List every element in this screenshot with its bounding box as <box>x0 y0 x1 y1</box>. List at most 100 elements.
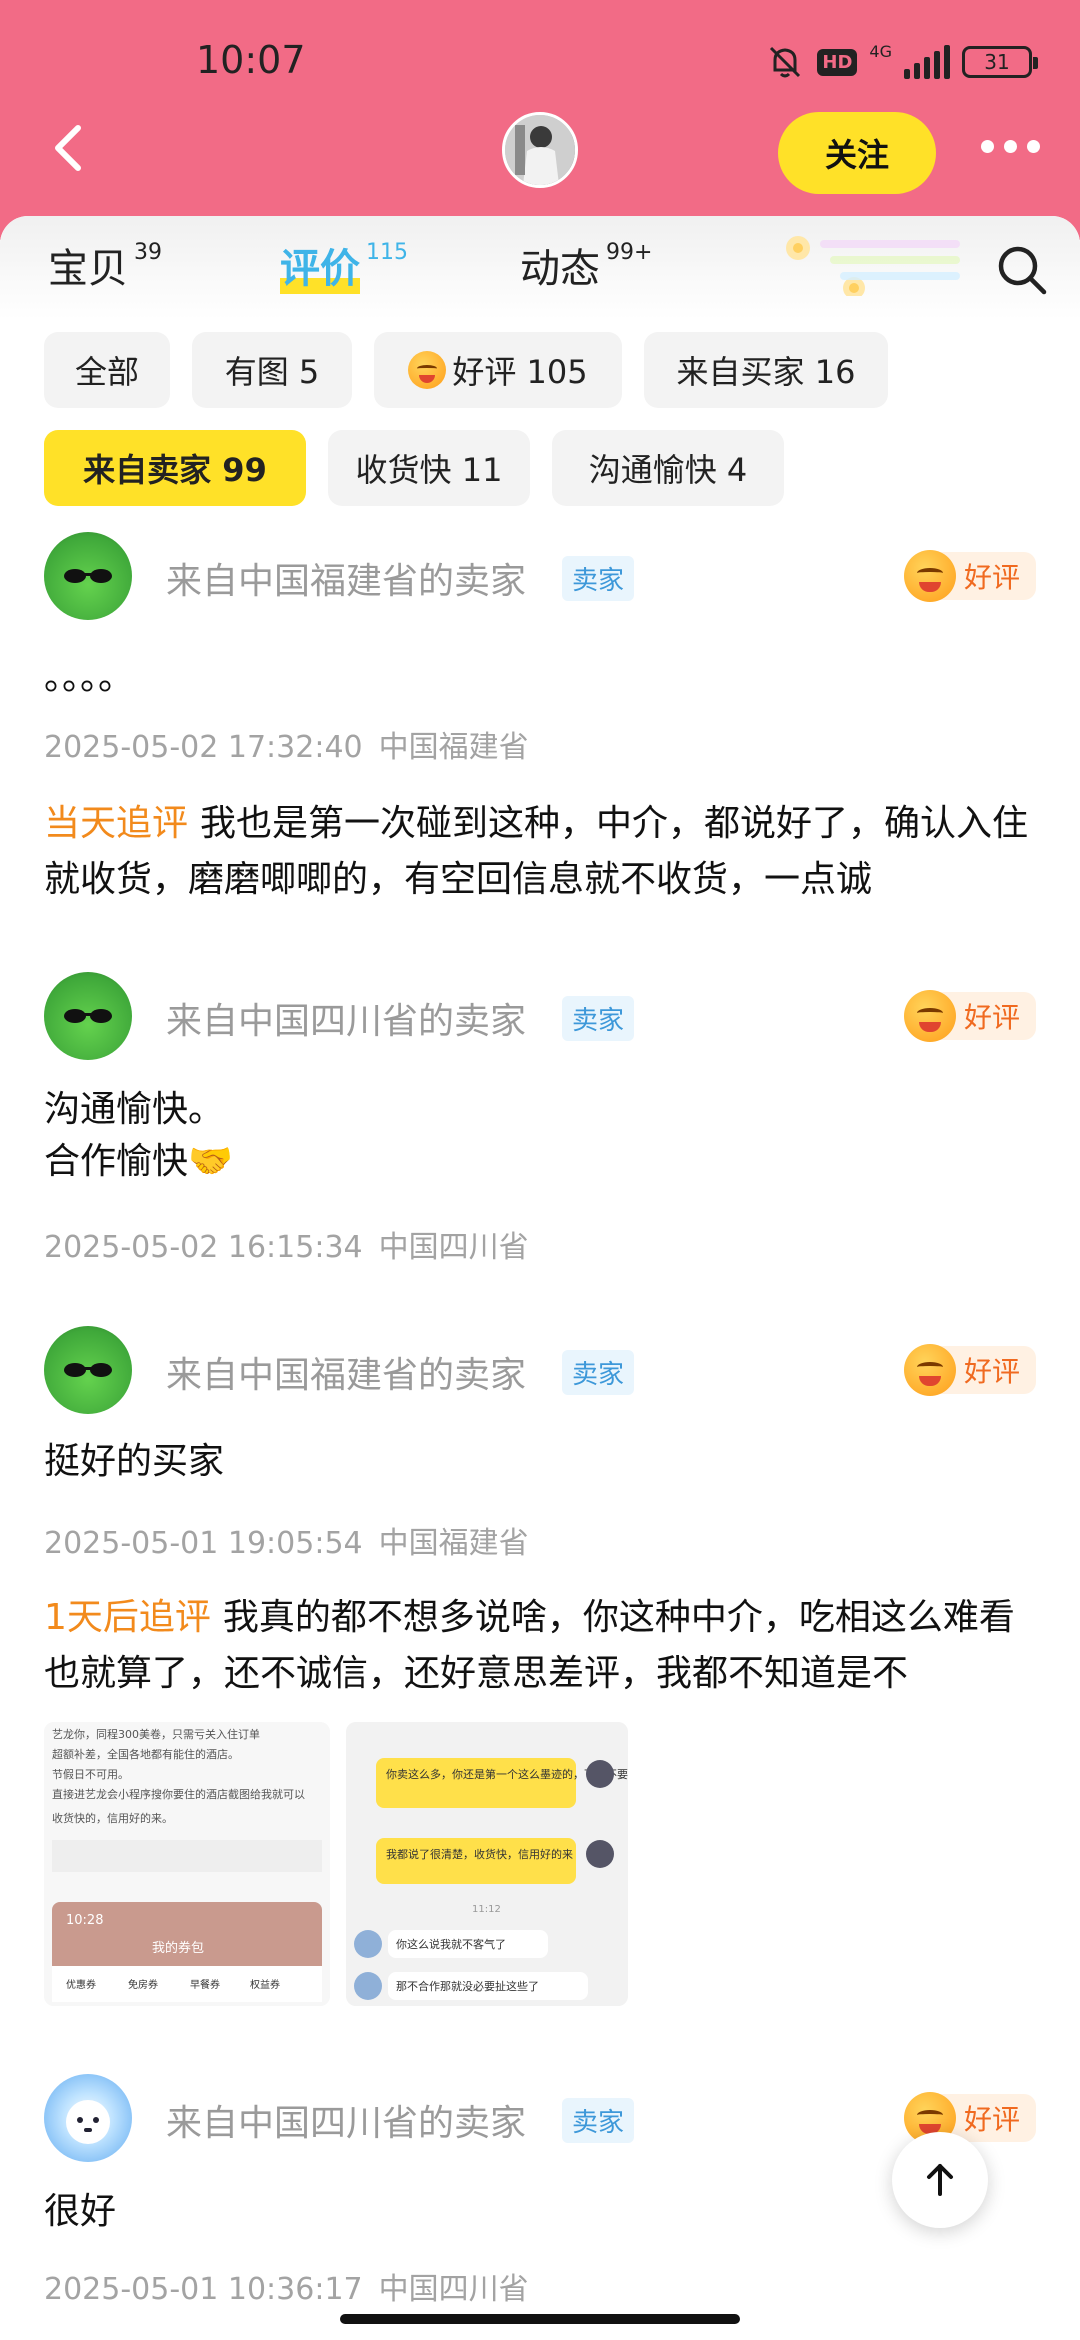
followup-review[interactable]: 1天后追评 我真的都不想多说啥，你这种中介，吃相这么难看也就算了，还不诚信，还好意… <box>44 1590 1044 1702</box>
seller-tag: 卖家 <box>562 1350 635 1395</box>
chat-time: 11:12 <box>472 1904 501 1915</box>
arrow-up-icon <box>927 2164 953 2196</box>
reviewer-avatar[interactable] <box>44 2074 132 2162</box>
network-label: 4G <box>869 42 892 61</box>
status-time: 10:07 <box>196 38 306 82</box>
filter-positive-label: 好评 105 <box>452 353 588 391</box>
seller-tag: 卖家 <box>562 996 635 1041</box>
search-icon[interactable] <box>994 242 1050 298</box>
status-icons: HD 4G 31 <box>765 42 1038 82</box>
filter-positive[interactable]: 好评 105 <box>374 332 622 408</box>
reviewer-avatar[interactable] <box>44 972 132 1060</box>
tab-count: 39 <box>134 240 162 265</box>
thumb-line: 收货快的，信用好的来。 <box>52 1811 173 1825</box>
thumb-phone-title: 我的券包 <box>152 1940 204 1956</box>
review-location: 中国四川省 <box>378 2272 529 2307</box>
store-header: 10:07 HD 4G 31 关注 <box>0 0 1080 240</box>
smile-emoji-icon <box>904 990 956 1042</box>
review-image-1[interactable]: 艺龙你，同程300美卷，只需亏关入住订单 超额补差，全国各地都有能住的酒店。 节… <box>44 1722 330 2006</box>
thumb-phone-tab: 优惠券 <box>66 1978 96 1991</box>
filter-all[interactable]: 全部 <box>44 332 170 408</box>
badge-label: 好评 <box>964 561 1021 594</box>
chat-reply: 你这么说我就不客气了 <box>396 1937 506 1951</box>
cloud-face-icon <box>66 2100 110 2144</box>
tab-reviews[interactable]: 评价 115 <box>280 236 408 294</box>
positive-badge: 好评 <box>904 550 1037 602</box>
seller-tag: 卖家 <box>562 2098 635 2143</box>
tab-products[interactable]: 宝贝 39 <box>48 236 162 294</box>
back-icon[interactable] <box>42 120 98 176</box>
review-location: 中国福建省 <box>378 1526 529 1561</box>
reviewer-avatar[interactable] <box>44 532 132 620</box>
more-icon[interactable] <box>981 140 1040 153</box>
bell-muted-icon <box>770 46 801 78</box>
thumb-phone-tab: 权益券 <box>250 1978 280 1991</box>
seller-name: 来自中国四川省的卖家 <box>166 1001 527 1042</box>
filter-from-seller[interactable]: 来自卖家 99 <box>44 430 306 506</box>
badge-label: 好评 <box>964 1001 1021 1034</box>
review-meta: 2025-05-02 17:32:40 中国福建省 <box>44 722 529 766</box>
sunglasses-icon <box>64 569 112 583</box>
review-time: 2025-05-01 10:36:17 <box>44 2272 363 2307</box>
filter-with-image[interactable]: 有图 5 <box>192 332 352 408</box>
smile-emoji-icon <box>904 550 956 602</box>
thumb-line: 直接进艺龙会小程序搜你要住的酒店截图给我就可以 <box>52 1787 305 1801</box>
review-location: 中国四川省 <box>378 1230 529 1265</box>
screenshot-thumbnail: 艺龙你，同程300美卷，只需亏关入住订单 超额补差，全国各地都有能住的酒店。 节… <box>44 1722 330 2006</box>
followup-label: 1天后追评 <box>44 1597 211 1638</box>
battery-icon: 31 <box>962 46 1038 78</box>
followup-review[interactable]: 当天追评 我也是第一次碰到这种，中介，都说好了，确认入住就收货，磨磨唧唧的，有空回… <box>44 796 1044 908</box>
review-time: 2025-05-01 19:05:54 <box>44 1526 363 1561</box>
smile-emoji-icon <box>408 351 447 389</box>
filter-pleasant[interactable]: 沟通愉快 4 <box>552 430 784 506</box>
review-location: 中国福建省 <box>378 730 529 765</box>
sunglasses-icon <box>64 1363 112 1377</box>
filter-fast-receipt[interactable]: 收货快 11 <box>328 430 530 506</box>
review-time: 2025-05-02 16:15:34 <box>44 1230 363 1265</box>
tab-label: 评价 <box>280 236 360 294</box>
tab-count: 99+ <box>606 240 653 265</box>
home-indicator[interactable] <box>340 2314 740 2324</box>
chat-bubble: 我都说了很清楚，收货快，信用好的来 <box>386 1847 573 1861</box>
signal-icon <box>904 45 950 79</box>
review-meta: 2025-05-01 19:05:54 中国福建省 <box>44 1518 529 1562</box>
chat-reply: 那不合作那就没必要扯这些了 <box>396 1979 539 1993</box>
followup-label: 当天追评 <box>44 803 189 844</box>
smile-emoji-icon <box>904 1344 956 1396</box>
tab-count: 115 <box>366 240 408 265</box>
filter-from-buyer[interactable]: 来自买家 16 <box>644 332 888 408</box>
thumb-phone-time: 10:28 <box>66 1913 103 1928</box>
seller-name: 来自中国四川省的卖家 <box>166 2103 527 2144</box>
tab-label: 宝贝 <box>48 246 128 292</box>
scroll-to-top-button[interactable] <box>892 2132 988 2228</box>
thumb-phone-tab: 早餐券 <box>190 1978 220 1991</box>
review-meta: 2025-05-01 10:36:17 中国四川省 <box>44 2264 529 2308</box>
follow-button[interactable]: 关注 <box>778 112 936 194</box>
positive-badge: 好评 <box>904 1344 1037 1396</box>
battery-level: 31 <box>984 50 1010 74</box>
badge-label: 好评 <box>964 1355 1021 1388</box>
hd-badge: HD <box>817 48 858 76</box>
review-time: 2025-05-02 17:32:40 <box>44 730 363 765</box>
chat-thumbnail: 你卖这么多，你还是第一个这么墨迹的，下次不要找我合作 我都说了很清楚，收货快，信… <box>346 1722 628 2006</box>
positive-badge: 好评 <box>904 990 1037 1042</box>
store-avatar[interactable] <box>502 112 578 188</box>
review-content: 沟通愉快。 合作愉快🤝 <box>44 1089 233 1182</box>
thumb-phone-tab: 免房券 <box>128 1978 158 1991</box>
review-image-2[interactable]: 你卖这么多，你还是第一个这么墨迹的，下次不要找我合作 我都说了很清楚，收货快，信… <box>346 1722 628 2006</box>
content-sheet: 宝贝 39 评价 115 动态 99+ <box>0 216 1080 2340</box>
followup-text: 我也是第一次碰到这种，中介，都说好了，确认入住就收货，磨磨唧唧的，有空回信息就不… <box>44 803 1029 900</box>
seller-name: 来自中国福建省的卖家 <box>166 561 527 602</box>
sunglasses-icon <box>64 1009 112 1023</box>
badge-label: 好评 <box>964 2103 1021 2136</box>
review-meta: 2025-05-02 16:15:34 中国四川省 <box>44 1222 529 1266</box>
reviewer-avatar[interactable] <box>44 1326 132 1414</box>
tab-label: 动态 <box>520 246 600 292</box>
thumb-line: 超额补差，全国各地都有能住的酒店。 <box>52 1747 239 1761</box>
decoration-icon <box>786 236 960 296</box>
thumb-line: 艺龙你，同程300美卷，只需亏关入住订单 <box>52 1727 260 1741</box>
seller-name: 来自中国福建省的卖家 <box>166 1355 527 1396</box>
tab-feed[interactable]: 动态 99+ <box>520 236 652 294</box>
thumb-line: 节假日不可用。 <box>52 1767 129 1781</box>
person-photo-icon <box>505 115 575 185</box>
